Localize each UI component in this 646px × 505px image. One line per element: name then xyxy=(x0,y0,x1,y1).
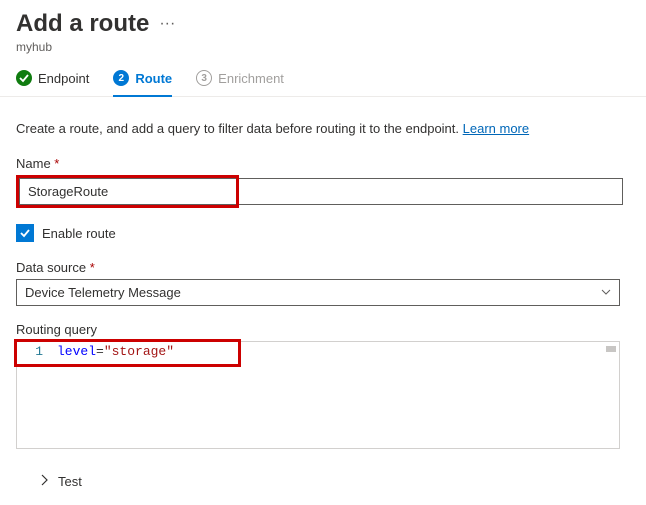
step-endpoint[interactable]: Endpoint xyxy=(16,70,89,96)
learn-more-link[interactable]: Learn more xyxy=(463,121,529,136)
step-label: Enrichment xyxy=(218,71,284,86)
routing-query-label: Routing query xyxy=(16,322,630,337)
main-content: Create a route, and add a query to filte… xyxy=(0,97,646,505)
data-source-label: Data source * xyxy=(16,260,630,275)
name-field: Name * xyxy=(16,156,630,208)
data-source-field: Data source * Device Telemetry Message xyxy=(16,260,630,306)
more-options-icon[interactable]: ··· xyxy=(159,15,175,33)
step-label: Route xyxy=(135,71,172,86)
data-source-value: Device Telemetry Message xyxy=(25,285,181,300)
checkmark-icon xyxy=(16,70,32,86)
scrollbar-nub[interactable] xyxy=(606,346,616,352)
chevron-down-icon xyxy=(601,287,611,298)
intro-text: Create a route, and add a query to filte… xyxy=(16,121,630,136)
step-label: Endpoint xyxy=(38,71,89,86)
test-label: Test xyxy=(58,474,82,489)
chevron-right-icon xyxy=(40,473,48,489)
enable-route-row: Enable route xyxy=(16,224,630,242)
enable-route-label: Enable route xyxy=(42,226,116,241)
name-label: Name * xyxy=(16,156,630,171)
step-enrichment[interactable]: 3 Enrichment xyxy=(196,70,284,96)
wizard-steps: Endpoint 2 Route 3 Enrichment xyxy=(0,58,646,97)
routing-query-field: Routing query 1 level="storage" xyxy=(16,322,630,449)
routing-query-editor[interactable]: 1 level="storage" xyxy=(16,341,620,449)
enable-route-checkbox[interactable] xyxy=(16,224,34,242)
breadcrumb: myhub xyxy=(16,40,630,54)
line-number: 1 xyxy=(17,344,57,359)
page-title: Add a route xyxy=(16,10,149,38)
highlight-annotation xyxy=(16,175,239,208)
page-header: Add a route ··· myhub xyxy=(0,0,646,58)
data-source-select[interactable]: Device Telemetry Message xyxy=(16,279,620,306)
step-number-icon: 3 xyxy=(196,70,212,86)
code-line: 1 level="storage" xyxy=(17,342,619,359)
step-route[interactable]: 2 Route xyxy=(113,70,172,96)
test-toggle[interactable]: Test xyxy=(16,473,630,489)
step-number-icon: 2 xyxy=(113,70,129,86)
name-input[interactable] xyxy=(19,178,236,205)
